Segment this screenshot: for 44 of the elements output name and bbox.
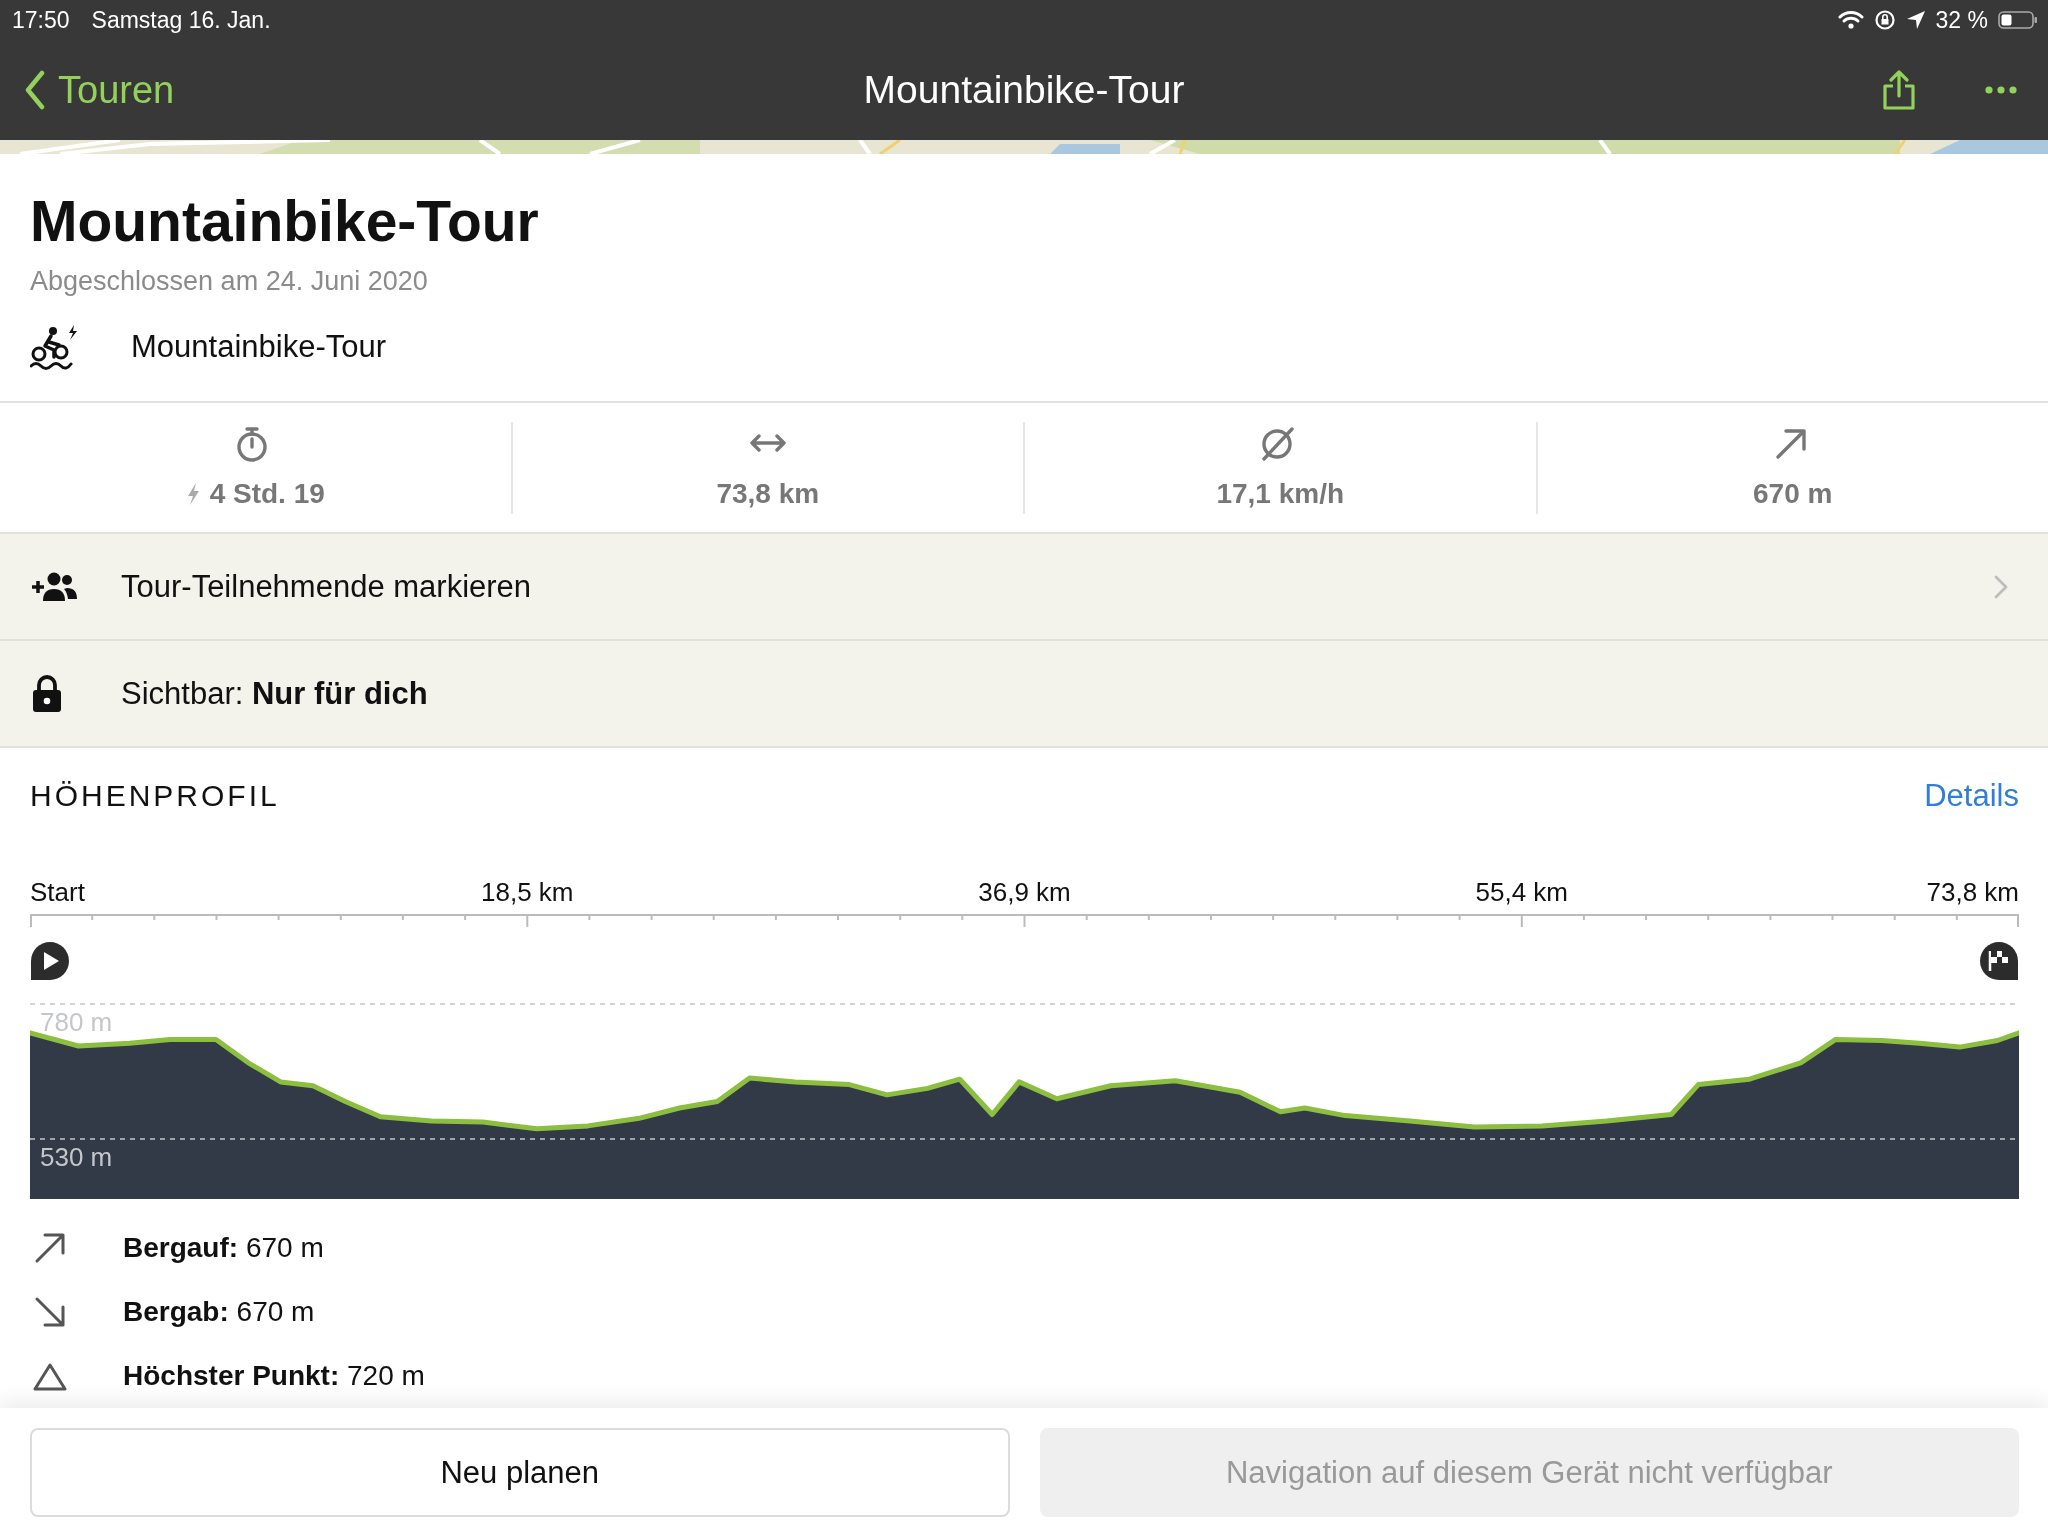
row-label: Tour-Teilnehmende markieren	[121, 568, 533, 605]
stat-value: 17,1 km/h	[1216, 477, 1345, 510]
plan-button[interactable]: Neu planen	[30, 1428, 1010, 1517]
elevation-stat: Höchster Punkt: 720 m	[123, 1360, 425, 1392]
row-label: Sichtbar: Nur für dich	[121, 675, 429, 712]
y-axis-label: 530 m	[40, 1142, 113, 1172]
screen-title: Mountainbike-Tour	[862, 68, 1186, 112]
battery-percent: 32 %	[1935, 6, 1988, 34]
date-text: Samstag 16. Jan.	[91, 6, 271, 34]
x-axis-label: 55,4 km	[1475, 876, 1568, 909]
wifi-icon	[1837, 10, 1864, 30]
list-row[interactable]: Sichtbar: Nur für dich	[0, 639, 2048, 746]
arrow-down-right-icon	[33, 1295, 67, 1329]
share-icon	[1882, 70, 1916, 110]
stat-value: 670 m	[1753, 477, 1833, 510]
share-button[interactable]	[1882, 70, 1916, 110]
chevron-left-icon	[24, 70, 46, 110]
x-axis-label: 18,5 km	[481, 876, 574, 909]
elevation-stat: Bergauf: 670 m	[123, 1232, 324, 1264]
back-button[interactable]: Touren	[24, 68, 175, 112]
y-axis-label: 780 m	[40, 1007, 113, 1037]
tour-title: Mountainbike-Tour	[30, 188, 540, 254]
arrow-up-right-icon	[33, 1231, 67, 1265]
stat-value: 73,8 km	[716, 477, 820, 510]
more-icon	[1984, 85, 2018, 95]
x-axis-label: Start	[30, 876, 85, 909]
stat-value: 4 Std. 19	[209, 477, 325, 510]
x-axis-label: 36,9 km	[978, 876, 1071, 909]
start-marker-icon	[30, 941, 70, 983]
more-button[interactable]	[1984, 85, 2018, 95]
elevation-stat: Bergab: 670 m	[123, 1296, 315, 1328]
details-link[interactable]: Details	[1924, 778, 2019, 814]
x-axis-label: 73,8 km	[1926, 876, 2019, 909]
cyclist-icon	[30, 324, 78, 370]
battery-icon	[1998, 10, 2038, 30]
list-row[interactable]: Tour-Teilnehmende markieren	[0, 532, 2048, 640]
finish-marker-icon	[1979, 941, 2019, 983]
clock-time: 17:50	[12, 6, 70, 34]
sport-type: Mountainbike-Tour	[131, 329, 387, 365]
completion-date: Abgeschlossen am 24. Juni 2020	[30, 265, 429, 298]
section-heading: HÖHENPROFIL	[30, 779, 280, 813]
rotation-lock-icon	[1873, 9, 1896, 31]
lock-icon	[30, 673, 64, 714]
location-arrow-icon	[1905, 10, 1926, 30]
